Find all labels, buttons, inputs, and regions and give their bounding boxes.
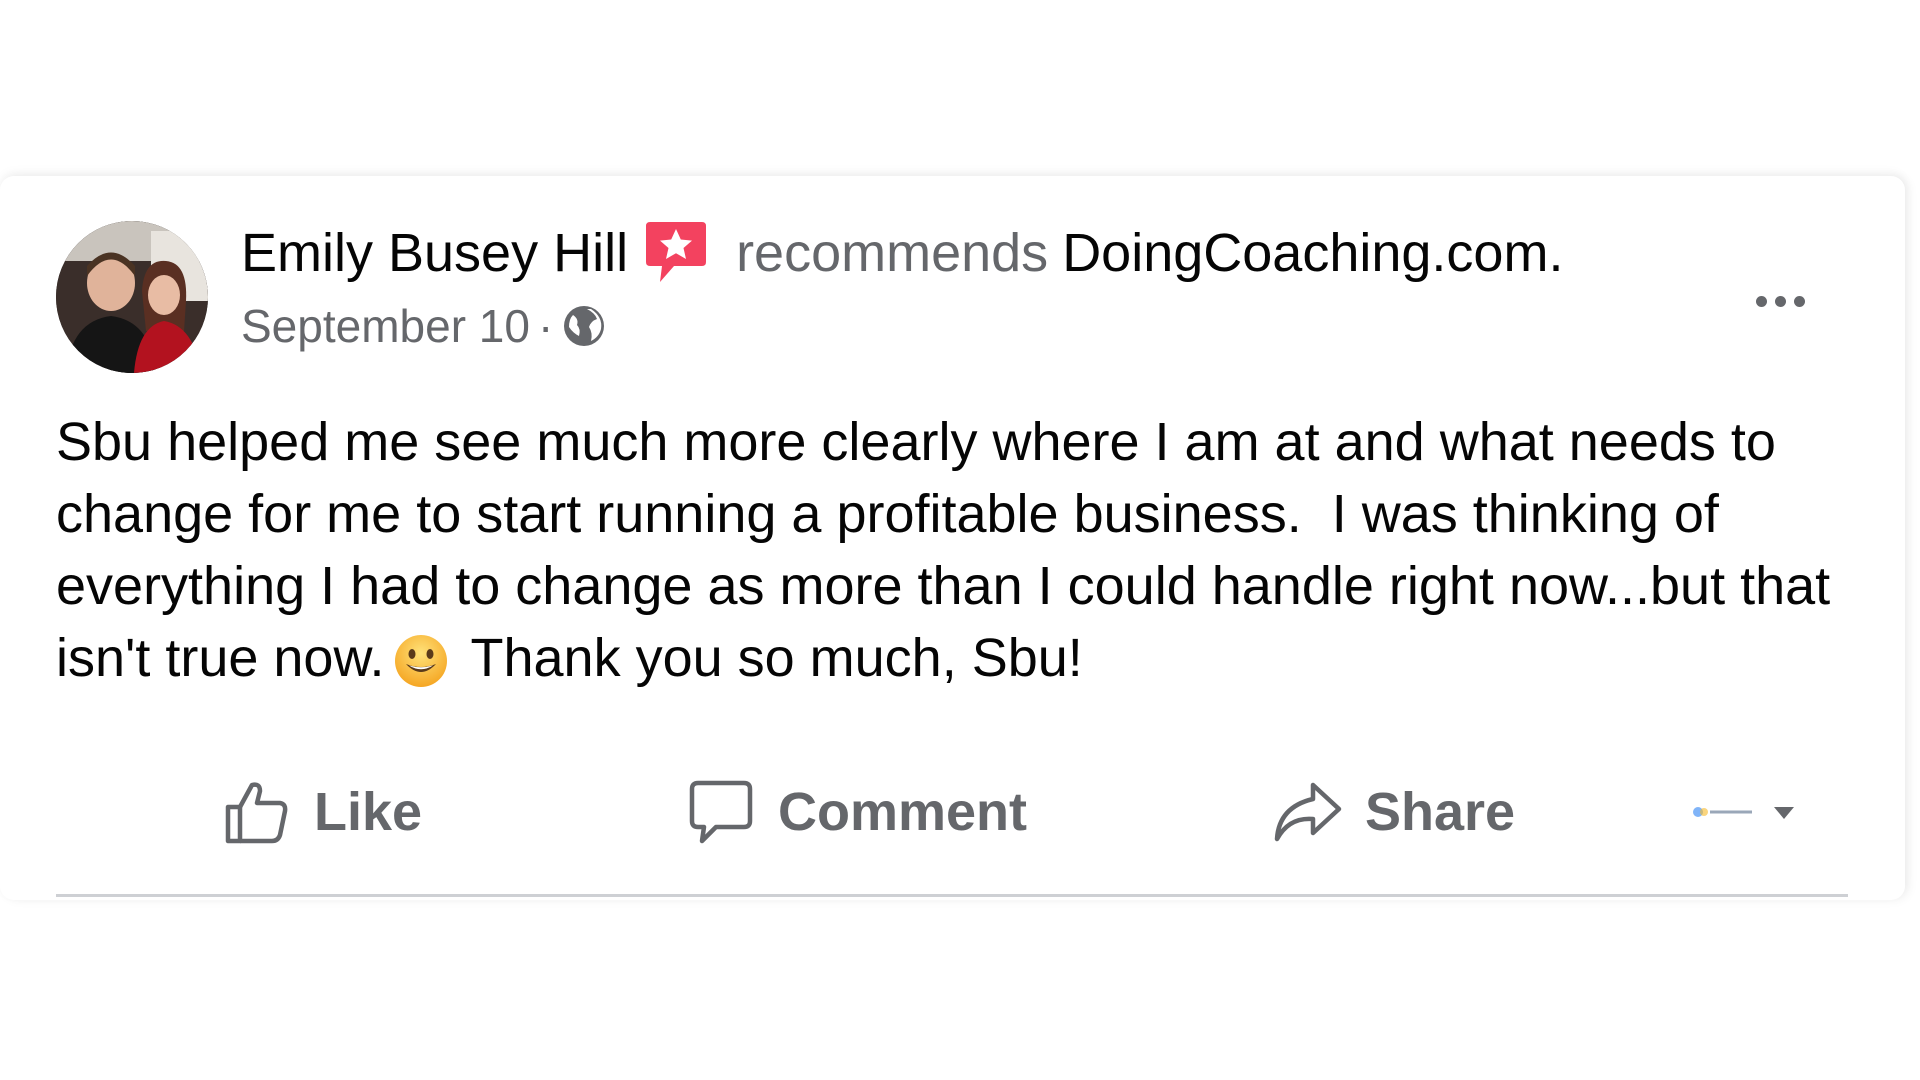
- page: Emily Busey Hill recommends DoingCoachin…: [0, 0, 1920, 1080]
- share-button[interactable]: Share: [1271, 762, 1515, 862]
- chevron-down-icon: [1693, 807, 1794, 819]
- post-body: Sbu helped me see much more clearly wher…: [56, 406, 1866, 694]
- more-options-dot: [1774, 295, 1786, 307]
- globe-icon[interactable]: [561, 303, 607, 349]
- post-meta: September 10 ·: [241, 296, 607, 356]
- thumbs-up-icon: [225, 782, 288, 844]
- post-actions-bar: Like Comment Share: [56, 762, 1848, 862]
- comment-bubble-icon: [689, 780, 753, 844]
- recommended-page-link[interactable]: DoingCoaching.com.: [1062, 218, 1563, 288]
- avatar-photo: [56, 221, 208, 373]
- author-name[interactable]: Emily Busey Hill: [241, 218, 628, 288]
- actions-divider: [56, 894, 1848, 897]
- post-header: Emily Busey Hill recommends DoingCoachin…: [241, 218, 1563, 288]
- like-button[interactable]: Like: [222, 762, 422, 862]
- meta-separator: ·: [537, 300, 554, 352]
- more-options-dot: [1793, 295, 1805, 307]
- share-arrow-icon: [1274, 782, 1342, 842]
- share-label: Share: [1365, 782, 1516, 842]
- comment-button[interactable]: Comment: [686, 762, 1027, 862]
- more-options-button[interactable]: [1740, 276, 1820, 326]
- recommends-text: recommends: [736, 223, 1049, 283]
- post-body-closing: Thank you so much, Sbu!: [470, 628, 1083, 688]
- like-label: Like: [314, 782, 423, 842]
- post-card: Emily Busey Hill recommends DoingCoachin…: [0, 176, 1905, 900]
- more-options-icon: [1755, 295, 1767, 307]
- avatar[interactable]: [56, 221, 208, 373]
- reaction-audience-selector[interactable]: [1690, 794, 1810, 834]
- recommend-star-icon: [644, 220, 708, 286]
- smiley-emoji-icon: [392, 632, 450, 690]
- comment-label: Comment: [778, 782, 1028, 842]
- post-date[interactable]: September 10: [241, 296, 530, 356]
